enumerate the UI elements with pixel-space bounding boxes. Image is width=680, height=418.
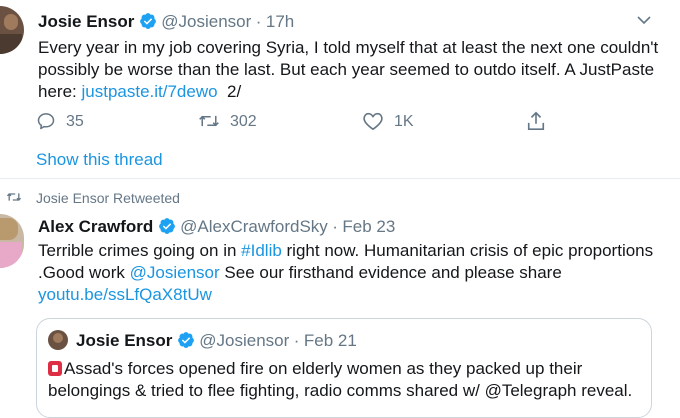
tweet-text-line: Every year in my job covering Syria, I t… (38, 38, 659, 57)
retweet-icon[interactable] (198, 112, 220, 130)
author-handle[interactable]: @AlexCrawfordSky (180, 217, 328, 236)
show-thread-link[interactable]: Show this thread (36, 150, 163, 170)
verified-badge-icon (139, 13, 156, 29)
quoted-text: Assad's forces opened fire on elderly wo… (48, 358, 632, 402)
tweet1-text: Every year in my job covering Syria, I t… (38, 37, 658, 103)
hashtag-link[interactable]: #Idlib (241, 241, 282, 260)
author-name[interactable]: Josie Ensor (38, 12, 134, 31)
avatar-quoted-josie (48, 330, 68, 350)
reply-icon[interactable] (36, 111, 56, 131)
text-segment: Assad's forces opened fire on elderly wo… (64, 359, 583, 378)
tweet1-header: Josie Ensor @Josiensor · 17h (38, 12, 294, 32)
quoted-header: Josie Ensor @Josiensor · Feb 21 (76, 331, 357, 351)
mention-link[interactable]: @Josiensor (130, 263, 220, 282)
like-heart-icon[interactable] (362, 111, 384, 131)
retweet-notice[interactable]: Josie Ensor Retweeted (36, 190, 180, 206)
tweet-time[interactable]: Feb 23 (342, 217, 395, 236)
tweet-text-line: .Good work @Josiensor See our firsthand … (38, 262, 653, 284)
avatar-josie[interactable] (0, 6, 24, 54)
retweet-count: 302 (230, 113, 257, 130)
reply-count: 35 (66, 113, 84, 130)
author-handle[interactable]: @Josiensor (161, 12, 251, 31)
text-segment: See our firsthand evidence and please sh… (219, 263, 562, 282)
tweet-text-line: possibly be worse than the last. But eac… (38, 60, 655, 79)
retweeted-icon (6, 193, 22, 201)
tweet-divider (0, 178, 680, 179)
verified-badge-icon (158, 218, 175, 234)
avatar-alex[interactable] (0, 214, 24, 268)
siren-emoji-icon (48, 361, 62, 376)
tweet-text-line: Terrible crimes going on in #Idlib right… (38, 240, 653, 262)
tweet2-text: Terrible crimes going on in #Idlib right… (38, 240, 653, 306)
separator-dot: · (255, 12, 262, 31)
separator-dot: · (293, 331, 300, 350)
tweet-text-line: belongings & tried to flee fighting, rad… (48, 381, 633, 400)
tweet-text-line: here: justpaste.it/7dewo 2/ (38, 81, 658, 103)
tweet-time[interactable]: 17h (266, 12, 294, 31)
tweet-text-line: Assad's forces opened fire on elderly wo… (48, 358, 632, 380)
verified-badge-icon (177, 332, 194, 348)
text-segment: Terrible crimes going on in (38, 241, 242, 260)
tweet2-header: Alex Crawford @AlexCrawfordSky · Feb 23 (38, 217, 395, 237)
thread-number: 2/ (227, 82, 242, 101)
text-prefix: here: (38, 82, 82, 101)
quoted-author-name: Josie Ensor (76, 331, 173, 350)
text-segment: right now. Humanitarian crisis of epic p… (281, 241, 654, 260)
youtube-link[interactable]: youtu.be/ssLfQaX8tUw (38, 285, 212, 304)
share-icon[interactable] (526, 110, 546, 132)
quoted-author-handle: @Josiensor (199, 331, 290, 350)
chevron-down-icon[interactable] (636, 14, 652, 26)
text-segment: .Good work (38, 263, 130, 282)
quoted-tweet-time: Feb 21 (303, 331, 357, 350)
justpaste-link[interactable]: justpaste.it/7dewo (81, 82, 217, 101)
tweet-text-line: youtu.be/ssLfQaX8tUw (38, 284, 653, 306)
author-name[interactable]: Alex Crawford (38, 217, 153, 236)
separator-dot: · (332, 217, 338, 236)
like-count: 1K (394, 113, 414, 130)
